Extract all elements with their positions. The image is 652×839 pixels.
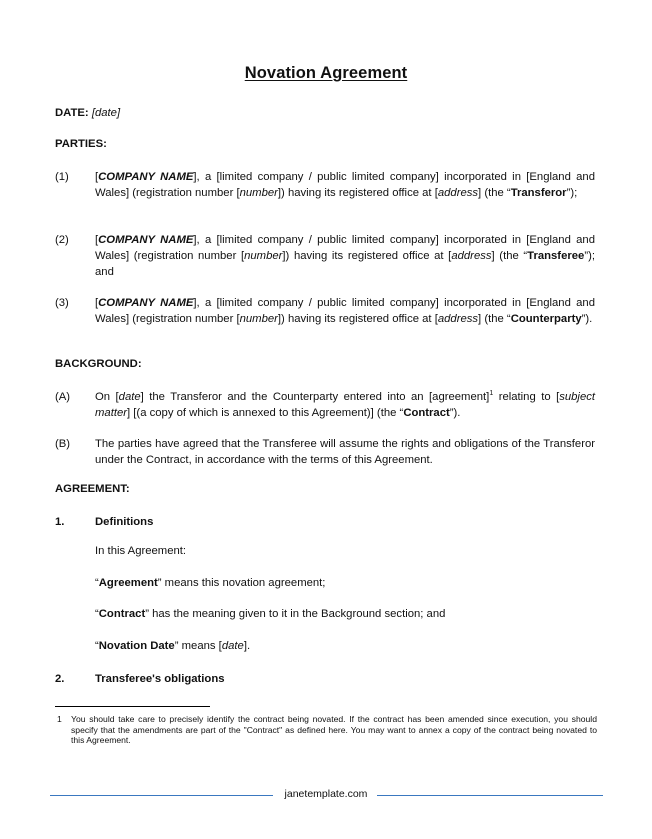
date-placeholder: [date]: [91, 107, 121, 119]
defined-term: Contract: [403, 407, 450, 419]
number-placeholder: number: [239, 313, 278, 325]
background-letter: (A): [55, 391, 71, 403]
definition-item: “Agreement” means this novation agreemen…: [95, 577, 326, 589]
defined-term: Contract: [98, 608, 146, 620]
defined-term: Agreement: [98, 577, 158, 589]
company-name-placeholder: COMPANY NAME: [98, 297, 194, 309]
date-placeholder: date: [118, 391, 141, 403]
party-role: Counterparty: [510, 313, 582, 325]
definition-item: “Contract” has the meaning given to it i…: [95, 608, 446, 620]
address-placeholder: address: [451, 250, 492, 262]
company-name-placeholder: COMPANY NAME: [98, 234, 194, 246]
footer-line-right: [377, 795, 603, 796]
party-item: (1) [COMPANY NAME], a [limited company /…: [55, 169, 595, 217]
clause-number: 2.: [55, 673, 65, 685]
background-text: On [date] the Transferor and the Counter…: [95, 390, 596, 419]
clause-heading: 1. Definitions: [55, 514, 595, 530]
number-placeholder: number: [239, 187, 278, 199]
party-text: [COMPANY NAME], a [limited company / pub…: [95, 234, 595, 278]
party-role: Transferee: [527, 250, 585, 262]
footnote: 1 You should take care to precisely iden…: [55, 714, 597, 748]
address-placeholder: address: [437, 187, 479, 199]
date-label: DATE:: [55, 107, 89, 119]
company-name-placeholder: COMPANY NAME: [98, 171, 194, 183]
defined-term: Novation Date: [98, 640, 175, 652]
footnote-text: You should take care to precisely identi…: [71, 714, 597, 745]
footer-site[interactable]: janetemplate.com: [0, 788, 652, 800]
background-heading: BACKGROUND:: [55, 358, 142, 370]
date-line: DATE: [date]: [55, 107, 120, 119]
definition-item: “Novation Date” means [date].: [95, 640, 251, 652]
document-title: Novation Agreement: [244, 64, 408, 82]
background-item-a: (A) On [date] the Transferor and the Cou…: [55, 389, 595, 421]
party-role: Transferor: [510, 187, 567, 199]
background-text: The parties have agreed that the Transfe…: [95, 438, 595, 466]
parties-heading: PARTIES:: [55, 138, 107, 150]
party-item: (3) [COMPANY NAME], a [limited company /…: [55, 295, 595, 343]
address-placeholder: address: [437, 313, 479, 325]
party-text: [COMPANY NAME], a [limited company / pub…: [95, 297, 595, 325]
clause-title: Definitions: [95, 516, 154, 528]
party-number: (3): [55, 297, 69, 309]
background-letter: (B): [55, 438, 71, 450]
party-number: (1): [55, 171, 69, 183]
agreement-heading: AGREEMENT:: [55, 483, 130, 495]
date-placeholder: date: [221, 640, 244, 652]
party-item: (2) [COMPANY NAME], a [limited company /…: [55, 232, 595, 280]
party-text: [COMPANY NAME], a [limited company / pub…: [95, 171, 595, 199]
party-number: (2): [55, 234, 69, 246]
clause-intro: In this Agreement:: [95, 545, 187, 557]
clause-number: 1.: [55, 516, 65, 528]
clause-title: Transferee's obligations: [95, 673, 225, 685]
number-placeholder: number: [244, 250, 283, 262]
clause-heading: 2. Transferee's obligations: [55, 671, 595, 687]
footnote-separator: [55, 706, 210, 707]
background-item-b: (B) The parties have agreed that the Tra…: [55, 436, 595, 468]
footnote-number: 1: [57, 714, 62, 724]
